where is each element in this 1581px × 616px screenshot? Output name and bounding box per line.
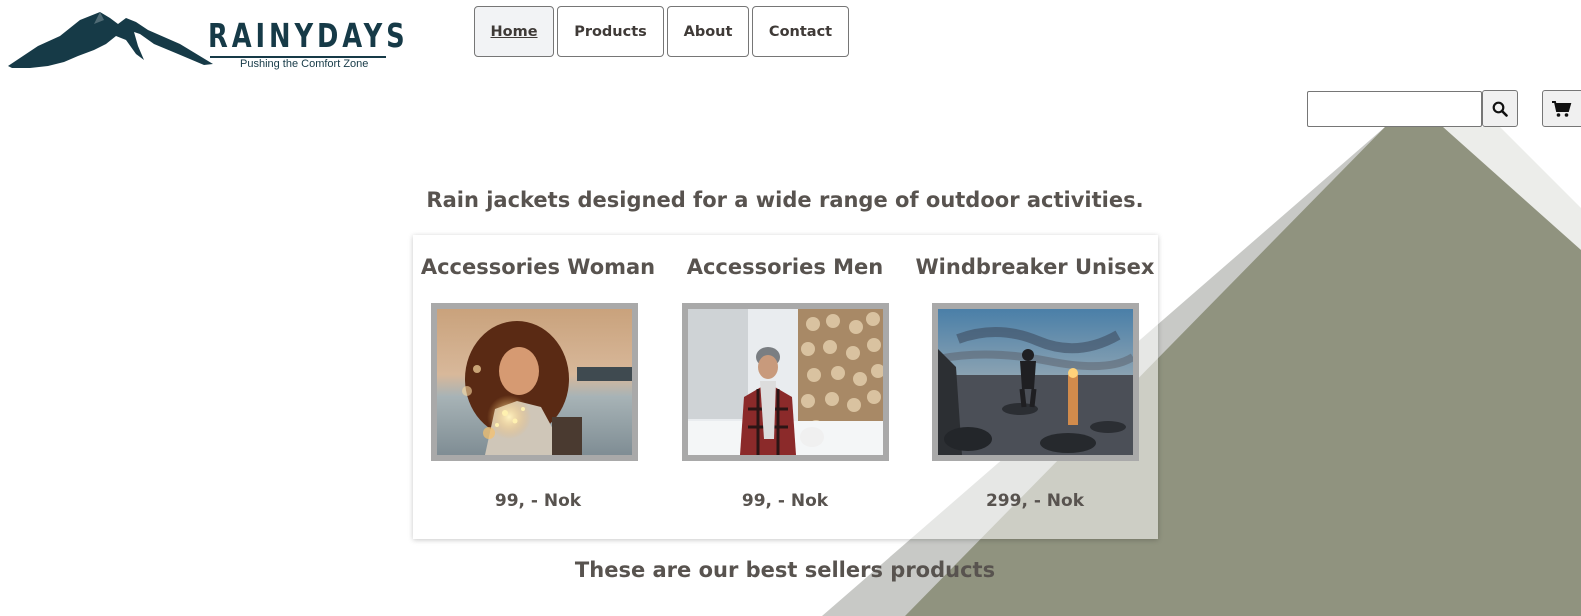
- product-image-woman[interactable]: [431, 303, 638, 461]
- nav-about-button[interactable]: About: [667, 6, 749, 57]
- brand-name: RAINYDAYS: [208, 16, 409, 55]
- product-price: 99, - Nok: [741, 491, 829, 511]
- product-card[interactable]: Accessories Men 99, - Nok: [660, 235, 910, 539]
- search-button[interactable]: [1482, 90, 1518, 127]
- nav-home-button[interactable]: Home: [474, 6, 554, 57]
- product-title: Accessories Woman: [420, 255, 656, 279]
- search-input[interactable]: [1307, 91, 1482, 127]
- product-price: 99, - Nok: [494, 491, 582, 511]
- product-card[interactable]: Accessories Woman 99, - Nok: [413, 235, 663, 539]
- products-panel: Accessories Woman 99, - Nok Accessories …: [413, 235, 1158, 539]
- mountain-logo-icon: [8, 12, 213, 68]
- page-headline: Rain jackets designed for a wide range o…: [426, 188, 1144, 212]
- cart-icon: [1552, 100, 1572, 117]
- product-image-men[interactable]: [682, 303, 889, 461]
- brand-logo[interactable]: RAINYDAYS Pushing the Comfort Zone: [8, 10, 405, 74]
- product-title: Windbreaker Unisex: [915, 255, 1155, 279]
- page: RAINYDAYS Pushing the Comfort Zone Home …: [0, 0, 1581, 616]
- best-sellers-heading: These are our best sellers products: [574, 558, 996, 582]
- nav-products-button[interactable]: Products: [557, 6, 664, 57]
- product-image-windbreaker[interactable]: [932, 303, 1139, 461]
- product-card[interactable]: Windbreaker Unisex 299, - Nok: [910, 235, 1160, 539]
- nav-contact-button[interactable]: Contact: [752, 6, 849, 57]
- cart-button[interactable]: [1542, 90, 1581, 127]
- search-icon: [1492, 101, 1508, 117]
- brand-tagline: Pushing the Comfort Zone: [240, 58, 369, 70]
- main-nav: Home Products About Contact: [474, 6, 849, 57]
- product-price: 299, - Nok: [985, 491, 1085, 511]
- product-title: Accessories Men: [686, 255, 884, 279]
